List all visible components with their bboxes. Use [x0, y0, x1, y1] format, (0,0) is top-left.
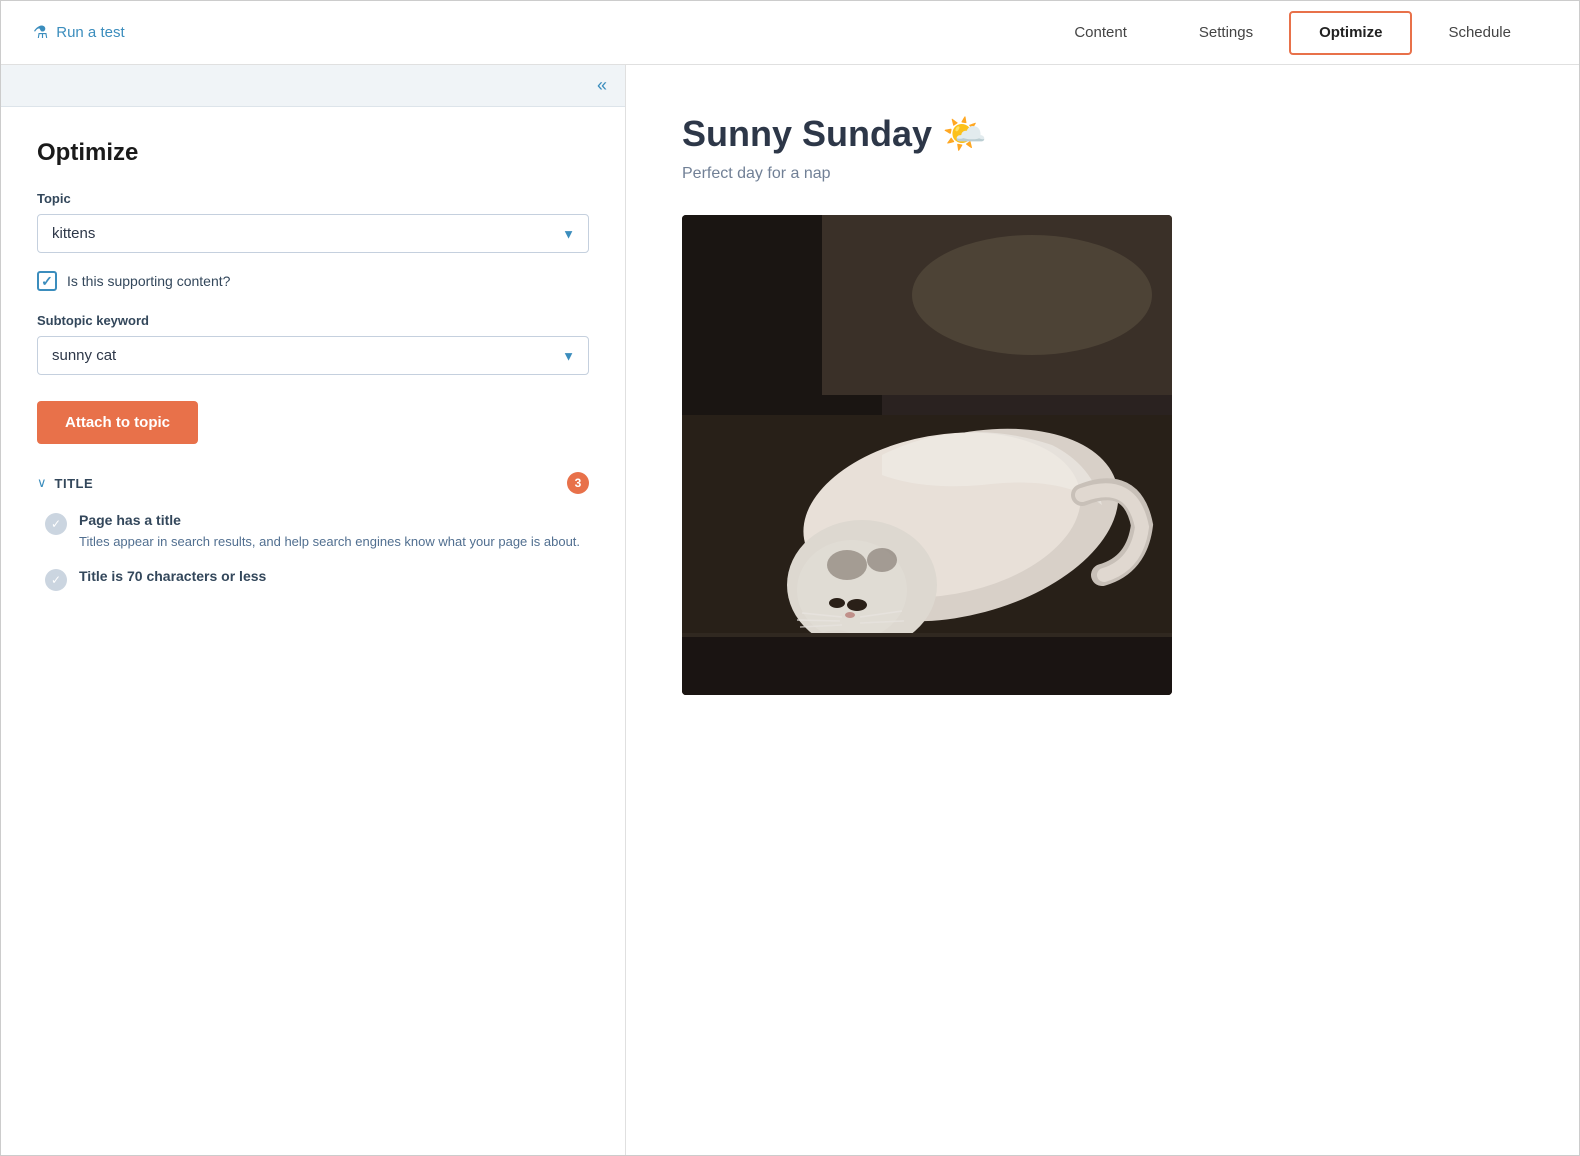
sidebar-title: Optimize: [37, 139, 589, 167]
tab-schedule[interactable]: Schedule: [1412, 1, 1547, 65]
check-status-icon-2: ✓: [45, 569, 67, 591]
check-title-2: Title is 70 characters or less: [79, 568, 266, 584]
tick-icon: ✓: [51, 517, 61, 531]
subtopic-label: Subtopic keyword: [37, 313, 589, 328]
run-test-button[interactable]: ⚗ Run a test: [33, 23, 125, 43]
title-section-header: ∨ TITLE 3: [37, 472, 589, 494]
title-section-label: TITLE: [55, 476, 94, 491]
topic-select[interactable]: kittens cats pets: [37, 214, 589, 253]
tab-optimize[interactable]: Optimize: [1289, 11, 1412, 55]
collapse-button[interactable]: «: [597, 75, 607, 96]
subtopic-select-wrapper: sunny cat kittens napping cat nap ▼: [37, 336, 589, 375]
main-layout: « Optimize Topic kittens cats pets ▼ ✓ I…: [1, 65, 1579, 1155]
collapse-bar: «: [1, 65, 625, 107]
supporting-content-row: ✓ Is this supporting content?: [37, 271, 589, 291]
title-section-left: ∨ TITLE: [37, 475, 93, 491]
supporting-content-label[interactable]: Is this supporting content?: [67, 273, 230, 289]
tick-icon-2: ✓: [51, 573, 61, 587]
check-title-1: Page has a title: [79, 512, 580, 528]
tab-content[interactable]: Content: [1038, 1, 1163, 65]
check-item-has-title: ✓ Page has a title Titles appear in sear…: [37, 512, 589, 552]
check-item-title-length: ✓ Title is 70 characters or less: [37, 568, 589, 591]
check-desc-1: Titles appear in search results, and hel…: [79, 532, 580, 552]
tab-settings[interactable]: Settings: [1163, 1, 1289, 65]
preview-subtitle: Perfect day for a nap: [682, 165, 1523, 183]
checkmark-icon: ✓: [41, 273, 53, 290]
preview-title-text: Sunny Sunday: [682, 113, 932, 155]
supporting-content-checkbox[interactable]: ✓: [37, 271, 57, 291]
title-badge: 3: [567, 472, 589, 494]
topic-label: Topic: [37, 191, 589, 206]
check-content-1: Page has a title Titles appear in search…: [79, 512, 580, 552]
preview-cat-image: [682, 215, 1172, 695]
check-content-2: Title is 70 characters or less: [79, 568, 266, 588]
sidebar: « Optimize Topic kittens cats pets ▼ ✓ I…: [1, 65, 626, 1155]
cat-image-svg: [682, 215, 1172, 695]
chevron-down-icon[interactable]: ∨: [37, 475, 47, 491]
attach-to-topic-button[interactable]: Attach to topic: [37, 401, 198, 444]
top-nav: ⚗ Run a test Content Settings Optimize S…: [1, 1, 1579, 65]
preview-panel: Sunny Sunday 🌤️ Perfect day for a nap: [626, 65, 1579, 1155]
subtopic-select[interactable]: sunny cat kittens napping cat nap: [37, 336, 589, 375]
sidebar-content: Optimize Topic kittens cats pets ▼ ✓ Is …: [1, 107, 625, 639]
nav-tabs: Content Settings Optimize Schedule: [1038, 1, 1547, 65]
preview-title-emoji: 🌤️: [942, 113, 987, 155]
flask-icon: ⚗: [33, 23, 48, 43]
topic-select-wrapper: kittens cats pets ▼: [37, 214, 589, 253]
run-test-label: Run a test: [56, 24, 124, 41]
check-status-icon-1: ✓: [45, 513, 67, 535]
preview-title: Sunny Sunday 🌤️: [682, 113, 1523, 155]
